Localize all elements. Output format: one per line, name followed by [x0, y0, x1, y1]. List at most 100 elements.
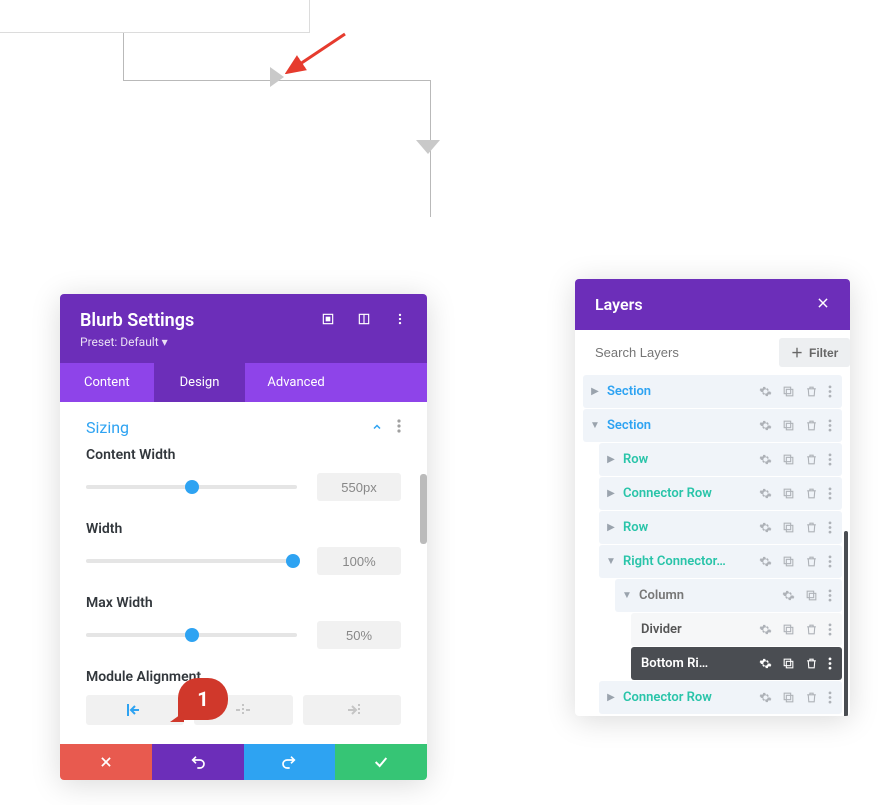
redo-button[interactable]	[244, 744, 336, 780]
content-width-value[interactable]	[317, 473, 401, 501]
layer-label: Row	[619, 452, 759, 467]
content-width-label: Content Width	[86, 447, 401, 463]
scrollbar[interactable]	[844, 531, 848, 716]
more-icon[interactable]	[828, 589, 832, 602]
settings-footer	[60, 744, 427, 780]
layer-row-mod[interactable]: Bottom Ri…	[631, 647, 842, 680]
layers-toolbar: ＋ Filter	[575, 330, 850, 375]
layer-row-col[interactable]: ▼Column	[615, 579, 842, 612]
trash-icon[interactable]	[805, 385, 818, 398]
caret-icon[interactable]: ▼	[603, 556, 619, 567]
gear-icon[interactable]	[759, 385, 772, 398]
duplicate-icon[interactable]	[782, 521, 795, 534]
trash-icon[interactable]	[805, 487, 818, 500]
caret-icon[interactable]: ▶	[603, 522, 619, 533]
duplicate-icon[interactable]	[805, 589, 818, 602]
layer-row-section[interactable]: ▶Section	[583, 375, 842, 408]
duplicate-icon[interactable]	[782, 555, 795, 568]
tab-design[interactable]: Design	[154, 363, 246, 402]
align-right-button[interactable]	[303, 695, 401, 725]
trash-icon[interactable]	[805, 623, 818, 636]
layer-row-row[interactable]: ▶Row	[599, 511, 842, 544]
gear-icon[interactable]	[759, 623, 772, 636]
gear-icon[interactable]	[759, 521, 772, 534]
layer-row-row[interactable]: ▶Row	[599, 443, 842, 476]
caret-icon[interactable]: ▶	[587, 386, 603, 397]
trash-icon[interactable]	[805, 691, 818, 704]
content-width-slider[interactable]	[86, 485, 297, 489]
gear-icon[interactable]	[759, 657, 772, 670]
gear-icon[interactable]	[782, 589, 795, 602]
chevron-up-icon[interactable]	[371, 418, 383, 437]
caret-icon[interactable]: ▶	[603, 692, 619, 703]
max-width-slider[interactable]	[86, 633, 297, 637]
duplicate-icon[interactable]	[782, 487, 795, 500]
duplicate-icon[interactable]	[782, 419, 795, 432]
section-title: Sizing	[86, 418, 129, 437]
undo-button[interactable]	[152, 744, 244, 780]
section-sizing-header[interactable]: Sizing	[86, 414, 401, 447]
more-icon[interactable]	[828, 623, 832, 636]
trash-icon[interactable]	[805, 453, 818, 466]
layer-label: Divider	[637, 622, 759, 637]
settings-tabs: Content Design Advanced	[60, 363, 427, 402]
tab-content[interactable]: Content	[60, 363, 154, 402]
trash-icon[interactable]	[805, 657, 818, 670]
more-icon[interactable]	[828, 657, 832, 670]
filter-button[interactable]: ＋ Filter	[779, 338, 850, 367]
gear-icon[interactable]	[759, 555, 772, 568]
layer-label: Column	[635, 588, 782, 603]
trash-icon[interactable]	[805, 555, 818, 568]
trash-icon[interactable]	[805, 419, 818, 432]
preset-dropdown[interactable]: Preset: Default ▾	[80, 335, 407, 349]
layer-row-mod[interactable]: Divider	[631, 613, 842, 646]
layer-row-row[interactable]: ▶Connector Row	[599, 477, 842, 510]
gear-icon[interactable]	[759, 487, 772, 500]
search-input[interactable]	[595, 345, 771, 360]
layer-row-row[interactable]: ▼Right Connector…	[599, 545, 842, 578]
more-icon[interactable]	[393, 311, 407, 330]
duplicate-icon[interactable]	[782, 453, 795, 466]
annotation-arrow-icon	[285, 28, 355, 74]
layers-title: Layers	[595, 295, 643, 314]
layer-label: Right Connector…	[619, 554, 759, 569]
annotation-badge-1: 1	[178, 678, 228, 720]
more-icon[interactable]	[828, 555, 832, 568]
more-icon[interactable]	[828, 453, 832, 466]
more-icon[interactable]	[397, 418, 401, 437]
expand-icon[interactable]	[321, 311, 335, 330]
layer-label: Bottom Ri…	[637, 656, 759, 671]
plus-icon: ＋	[791, 344, 803, 361]
layer-row-row[interactable]: ▶Connector Row	[599, 681, 842, 714]
more-icon[interactable]	[828, 385, 832, 398]
gear-icon[interactable]	[759, 691, 772, 704]
gear-icon[interactable]	[759, 419, 772, 432]
more-icon[interactable]	[828, 521, 832, 534]
width-slider[interactable]	[86, 559, 297, 563]
scrollbar[interactable]	[420, 474, 427, 544]
tab-advanced[interactable]: Advanced	[245, 363, 346, 402]
max-width-label: Max Width	[86, 595, 401, 611]
caret-down-icon	[416, 140, 440, 154]
duplicate-icon[interactable]	[782, 657, 795, 670]
close-icon[interactable]	[816, 295, 830, 314]
layer-label: Section	[603, 384, 759, 399]
caret-icon[interactable]: ▶	[603, 454, 619, 465]
max-width-value[interactable]	[317, 621, 401, 649]
more-icon[interactable]	[828, 691, 832, 704]
duplicate-icon[interactable]	[782, 385, 795, 398]
save-button[interactable]	[335, 744, 427, 780]
caret-icon[interactable]: ▶	[603, 488, 619, 499]
cancel-button[interactable]	[60, 744, 152, 780]
gear-icon[interactable]	[759, 453, 772, 466]
duplicate-icon[interactable]	[782, 623, 795, 636]
caret-icon[interactable]: ▼	[619, 590, 635, 601]
more-icon[interactable]	[828, 487, 832, 500]
caret-icon[interactable]: ▼	[587, 420, 603, 431]
duplicate-icon[interactable]	[782, 691, 795, 704]
snap-icon[interactable]	[357, 311, 371, 330]
layer-row-section[interactable]: ▼Section	[583, 409, 842, 442]
more-icon[interactable]	[828, 419, 832, 432]
trash-icon[interactable]	[805, 521, 818, 534]
width-value[interactable]	[317, 547, 401, 575]
